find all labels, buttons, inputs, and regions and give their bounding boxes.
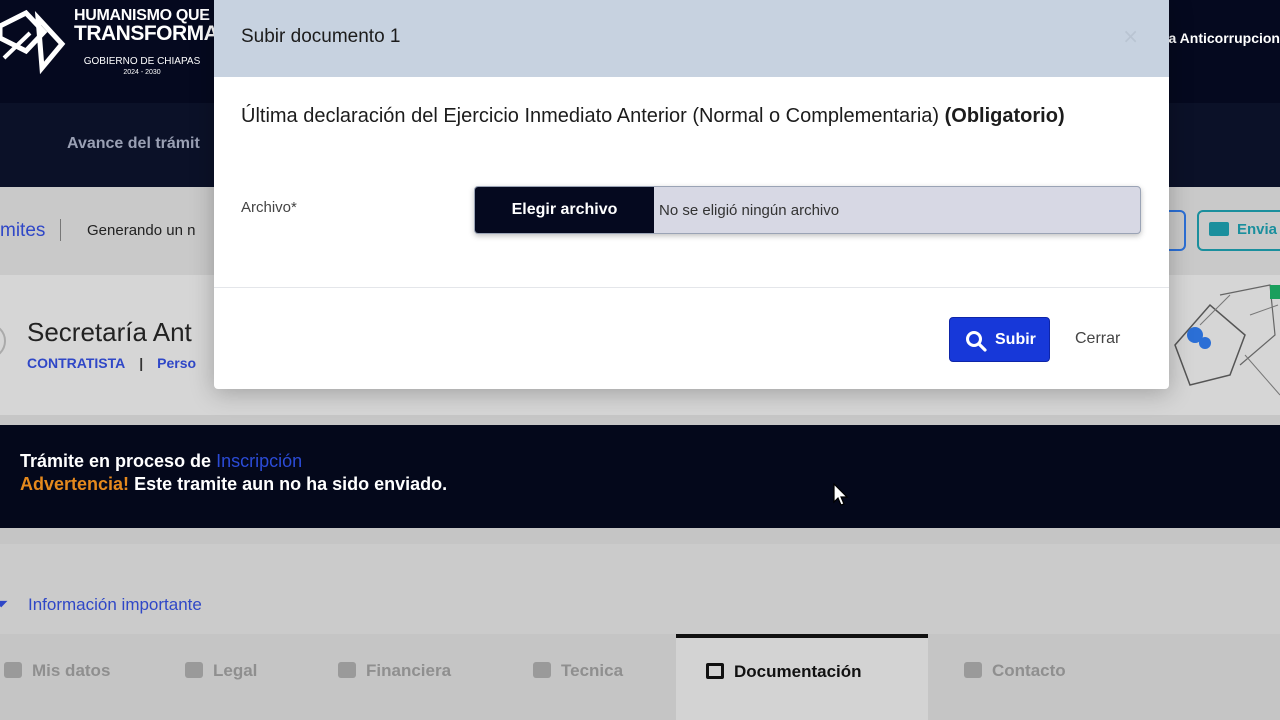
submit-button[interactable]: Subir xyxy=(949,317,1050,362)
close-icon[interactable]: × xyxy=(1122,24,1139,48)
document-name: Última declaración del Ejercicio Inmedia… xyxy=(241,105,940,127)
document-heading: Última declaración del Ejercicio Inmedia… xyxy=(241,104,1141,129)
close-button[interactable]: Cerrar xyxy=(1075,330,1120,348)
modal-divider xyxy=(214,287,1169,288)
submit-button-label: Subir xyxy=(995,331,1036,348)
required-marker: (Obligatorio) xyxy=(944,105,1065,127)
search-icon xyxy=(966,331,987,352)
upload-modal: Subir documento 1 × Última declaración d… xyxy=(214,0,1169,389)
modal-title: Subir documento 1 xyxy=(241,26,401,47)
file-input[interactable]: Elegir archivo No se eligió ningún archi… xyxy=(474,186,1141,234)
choose-file-button[interactable]: Elegir archivo xyxy=(475,187,654,233)
file-field-label: Archivo* xyxy=(241,199,297,216)
file-status-text: No se eligió ningún archivo xyxy=(659,202,840,219)
modal-header: Subir documento 1 × xyxy=(214,0,1169,77)
